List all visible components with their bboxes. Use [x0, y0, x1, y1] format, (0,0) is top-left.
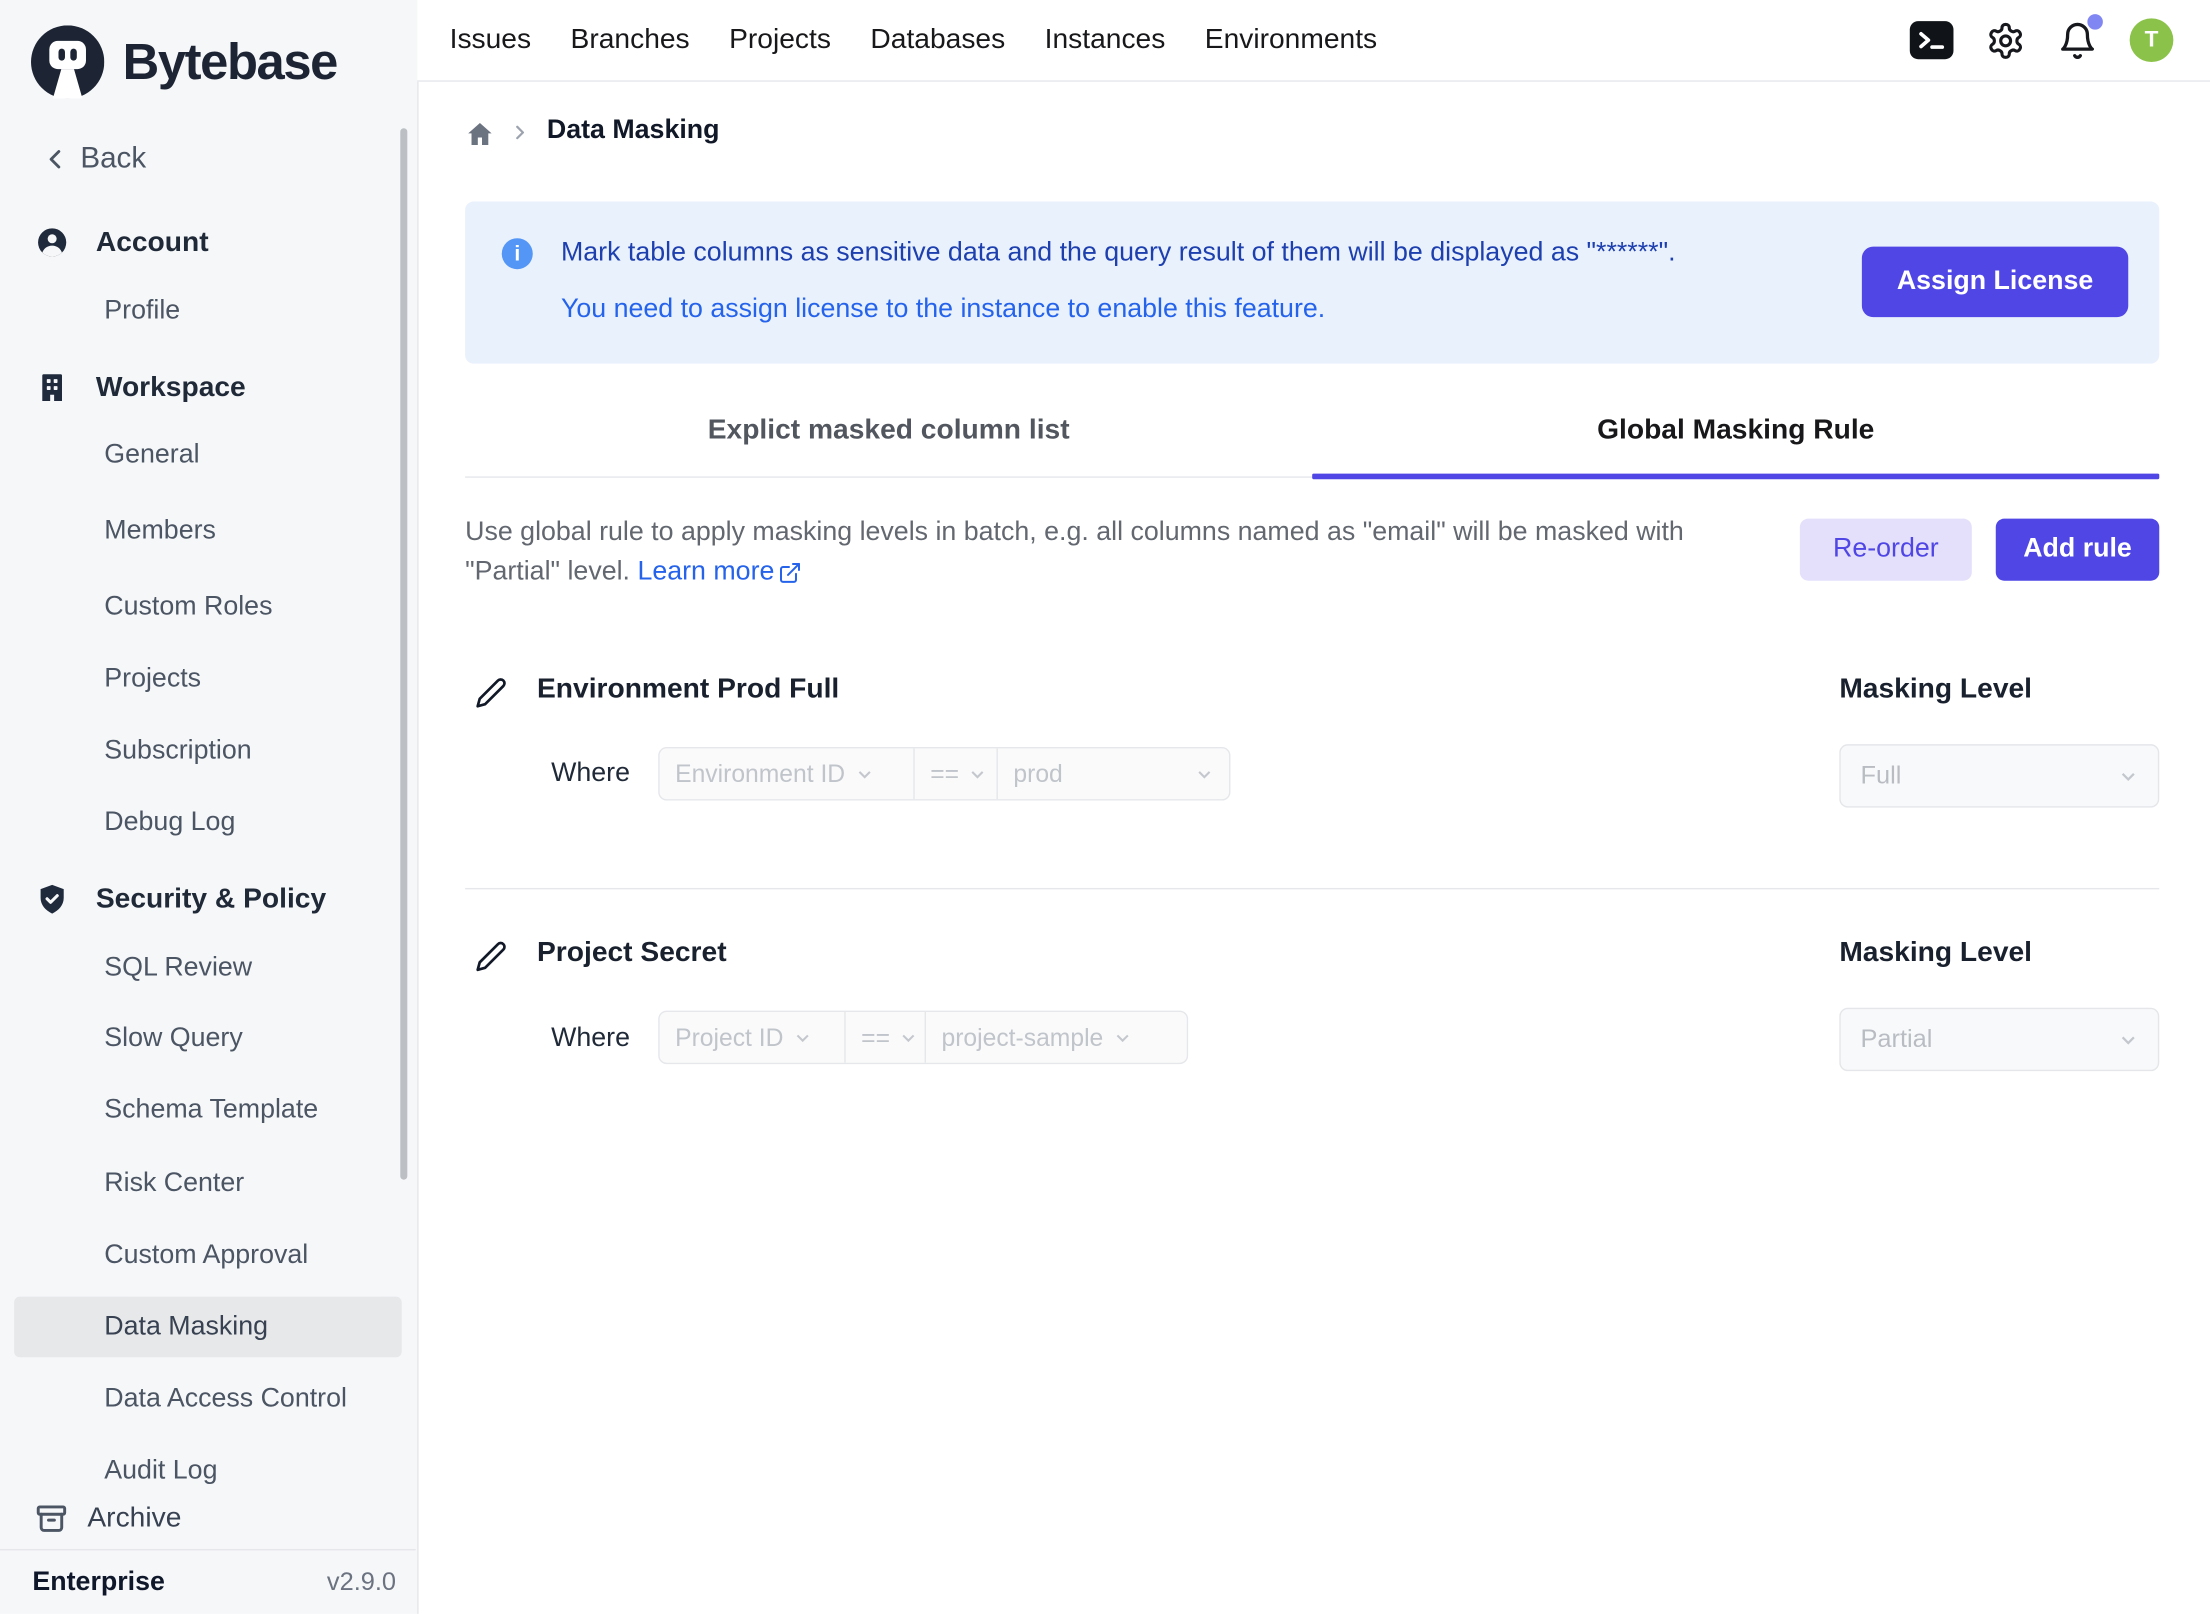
- chevron-left-icon: [39, 144, 70, 175]
- top-icons: T: [1910, 0, 2174, 80]
- chevron-down-icon: [1195, 765, 1213, 783]
- nav-issues[interactable]: Issues: [450, 24, 531, 56]
- tab-global-masking-rule[interactable]: Global Masking Rule: [1312, 414, 2159, 476]
- bytebase-logo[interactable]: Bytebase: [31, 25, 337, 98]
- condition-operator-select[interactable]: ==: [844, 1012, 924, 1063]
- bytebase-logo-icon: [31, 25, 104, 98]
- sidebar-item-projects[interactable]: Projects: [0, 657, 417, 702]
- chevron-down-icon: [855, 765, 873, 783]
- rule-condition-group: Environment ID == prod: [658, 747, 1230, 801]
- building-icon: [35, 371, 69, 405]
- sidebar: Bytebase Back Account Profi: [0, 0, 419, 1614]
- section-label: Account: [96, 226, 209, 258]
- section-label: Security & Policy: [96, 883, 326, 915]
- chevron-down-icon: [2118, 1030, 2138, 1050]
- masking-level-label: Masking Level: [1839, 674, 2032, 706]
- user-circle-icon: [35, 226, 69, 260]
- external-link-icon: [779, 560, 803, 584]
- top-nav: Issues Branches Projects Databases Insta…: [450, 0, 1378, 80]
- sidebar-item-schema-template[interactable]: Schema Template: [0, 1088, 417, 1133]
- plan-footer: Enterprise v2.9.0: [0, 1549, 416, 1614]
- shield-check-icon: [35, 882, 69, 916]
- avatar[interactable]: T: [2130, 18, 2174, 62]
- top-bar: Issues Branches Projects Databases Insta…: [417, 0, 2210, 82]
- masking-level-select[interactable]: Partial: [1839, 1008, 2159, 1071]
- masking-level-select[interactable]: Full: [1839, 744, 2159, 807]
- sidebar-scrollbar[interactable]: [400, 128, 407, 1179]
- archive-icon: [34, 1501, 69, 1536]
- sidebar-item-custom-approval[interactable]: Custom Approval: [0, 1233, 417, 1278]
- active-tab-underline: [1312, 474, 2159, 480]
- tab-explicit-masked-column-list[interactable]: Explict masked column list: [465, 414, 1312, 476]
- rule-condition-group: Project ID == project-sample: [658, 1011, 1188, 1065]
- brand-name: Bytebase: [123, 32, 337, 91]
- rule-title: Project Secret: [537, 937, 727, 969]
- where-label: Where: [551, 758, 630, 789]
- banner-line-2: You need to assign license to the instan…: [561, 292, 1325, 329]
- home-icon[interactable]: [465, 120, 495, 150]
- sidebar-section-account: Account: [35, 220, 208, 265]
- edit-rule-pencil-icon[interactable]: [475, 677, 507, 709]
- rules-description-line-1: Use global rule to apply masking levels …: [465, 513, 1684, 552]
- masking-level-label: Masking Level: [1839, 937, 2032, 969]
- archive-label: Archive: [87, 1502, 181, 1534]
- back-button[interactable]: Back: [39, 142, 146, 176]
- sidebar-item-audit-log[interactable]: Audit Log: [0, 1449, 417, 1494]
- reorder-button[interactable]: Re-order: [1800, 519, 1972, 581]
- sidebar-item-profile[interactable]: Profile: [0, 289, 417, 334]
- chevron-down-icon: [900, 1028, 918, 1046]
- nav-instances[interactable]: Instances: [1045, 24, 1166, 56]
- condition-operator-select[interactable]: ==: [913, 748, 996, 799]
- condition-value-select[interactable]: prod: [996, 748, 1229, 799]
- nav-branches[interactable]: Branches: [571, 24, 690, 56]
- chevron-down-icon: [969, 765, 987, 783]
- sidebar-item-general[interactable]: General: [0, 433, 417, 478]
- sidebar-item-risk-center[interactable]: Risk Center: [0, 1161, 417, 1206]
- sidebar-item-data-access-control[interactable]: Data Access Control: [0, 1377, 417, 1422]
- back-label: Back: [80, 142, 146, 176]
- nav-projects[interactable]: Projects: [729, 24, 831, 56]
- sql-editor-terminal-icon[interactable]: [1910, 21, 1954, 59]
- condition-value-select[interactable]: project-sample: [925, 1012, 1187, 1063]
- banner-line-1: Mark table columns as sensitive data and…: [561, 235, 1676, 272]
- sidebar-section-workspace: Workspace: [35, 365, 246, 410]
- info-icon: [502, 238, 533, 269]
- sidebar-item-data-masking[interactable]: Data Masking: [14, 1297, 402, 1358]
- plan-name: Enterprise: [32, 1567, 164, 1598]
- sidebar-item-slow-query[interactable]: Slow Query: [0, 1016, 417, 1061]
- sidebar-section-security-policy: Security & Policy: [35, 877, 326, 922]
- sidebar-item-archive[interactable]: Archive: [0, 1488, 416, 1549]
- edit-rule-pencil-icon[interactable]: [475, 940, 507, 972]
- gear-icon[interactable]: [1986, 20, 2025, 59]
- bell-icon[interactable]: [2058, 20, 2097, 59]
- where-label: Where: [551, 1023, 630, 1054]
- sidebar-item-sql-review[interactable]: SQL Review: [0, 946, 417, 991]
- condition-field-select[interactable]: Project ID: [660, 1012, 845, 1063]
- license-banner: Mark table columns as sensitive data and…: [465, 202, 2159, 364]
- app-version: v2.9.0: [327, 1567, 396, 1597]
- assign-license-button[interactable]: Assign License: [1862, 247, 2128, 317]
- breadcrumb-current: Data Masking: [547, 116, 720, 147]
- rules-description-line-2: "Partial" level. Learn more: [465, 553, 802, 592]
- app: Bytebase Back Account Profi: [0, 0, 2210, 1614]
- condition-field-select[interactable]: Environment ID: [660, 748, 914, 799]
- breadcrumb-chevron-icon: [509, 121, 532, 144]
- notification-dot: [2087, 13, 2103, 29]
- sidebar-item-debug-log[interactable]: Debug Log: [0, 801, 417, 846]
- section-label: Workspace: [96, 371, 246, 403]
- nav-environments[interactable]: Environments: [1205, 24, 1377, 56]
- learn-more-link[interactable]: Learn more: [637, 553, 802, 592]
- add-rule-button[interactable]: Add rule: [1996, 519, 2159, 581]
- sidebar-item-subscription[interactable]: Subscription: [0, 729, 417, 774]
- chevron-down-icon: [2118, 766, 2138, 786]
- sidebar-item-custom-roles[interactable]: Custom Roles: [0, 585, 417, 630]
- rule-title: Environment Prod Full: [537, 674, 839, 706]
- nav-databases[interactable]: Databases: [870, 24, 1005, 56]
- chevron-down-icon: [793, 1028, 811, 1046]
- rule-divider: [465, 888, 2159, 889]
- sidebar-item-members[interactable]: Members: [0, 509, 417, 554]
- chevron-down-icon: [1113, 1028, 1131, 1046]
